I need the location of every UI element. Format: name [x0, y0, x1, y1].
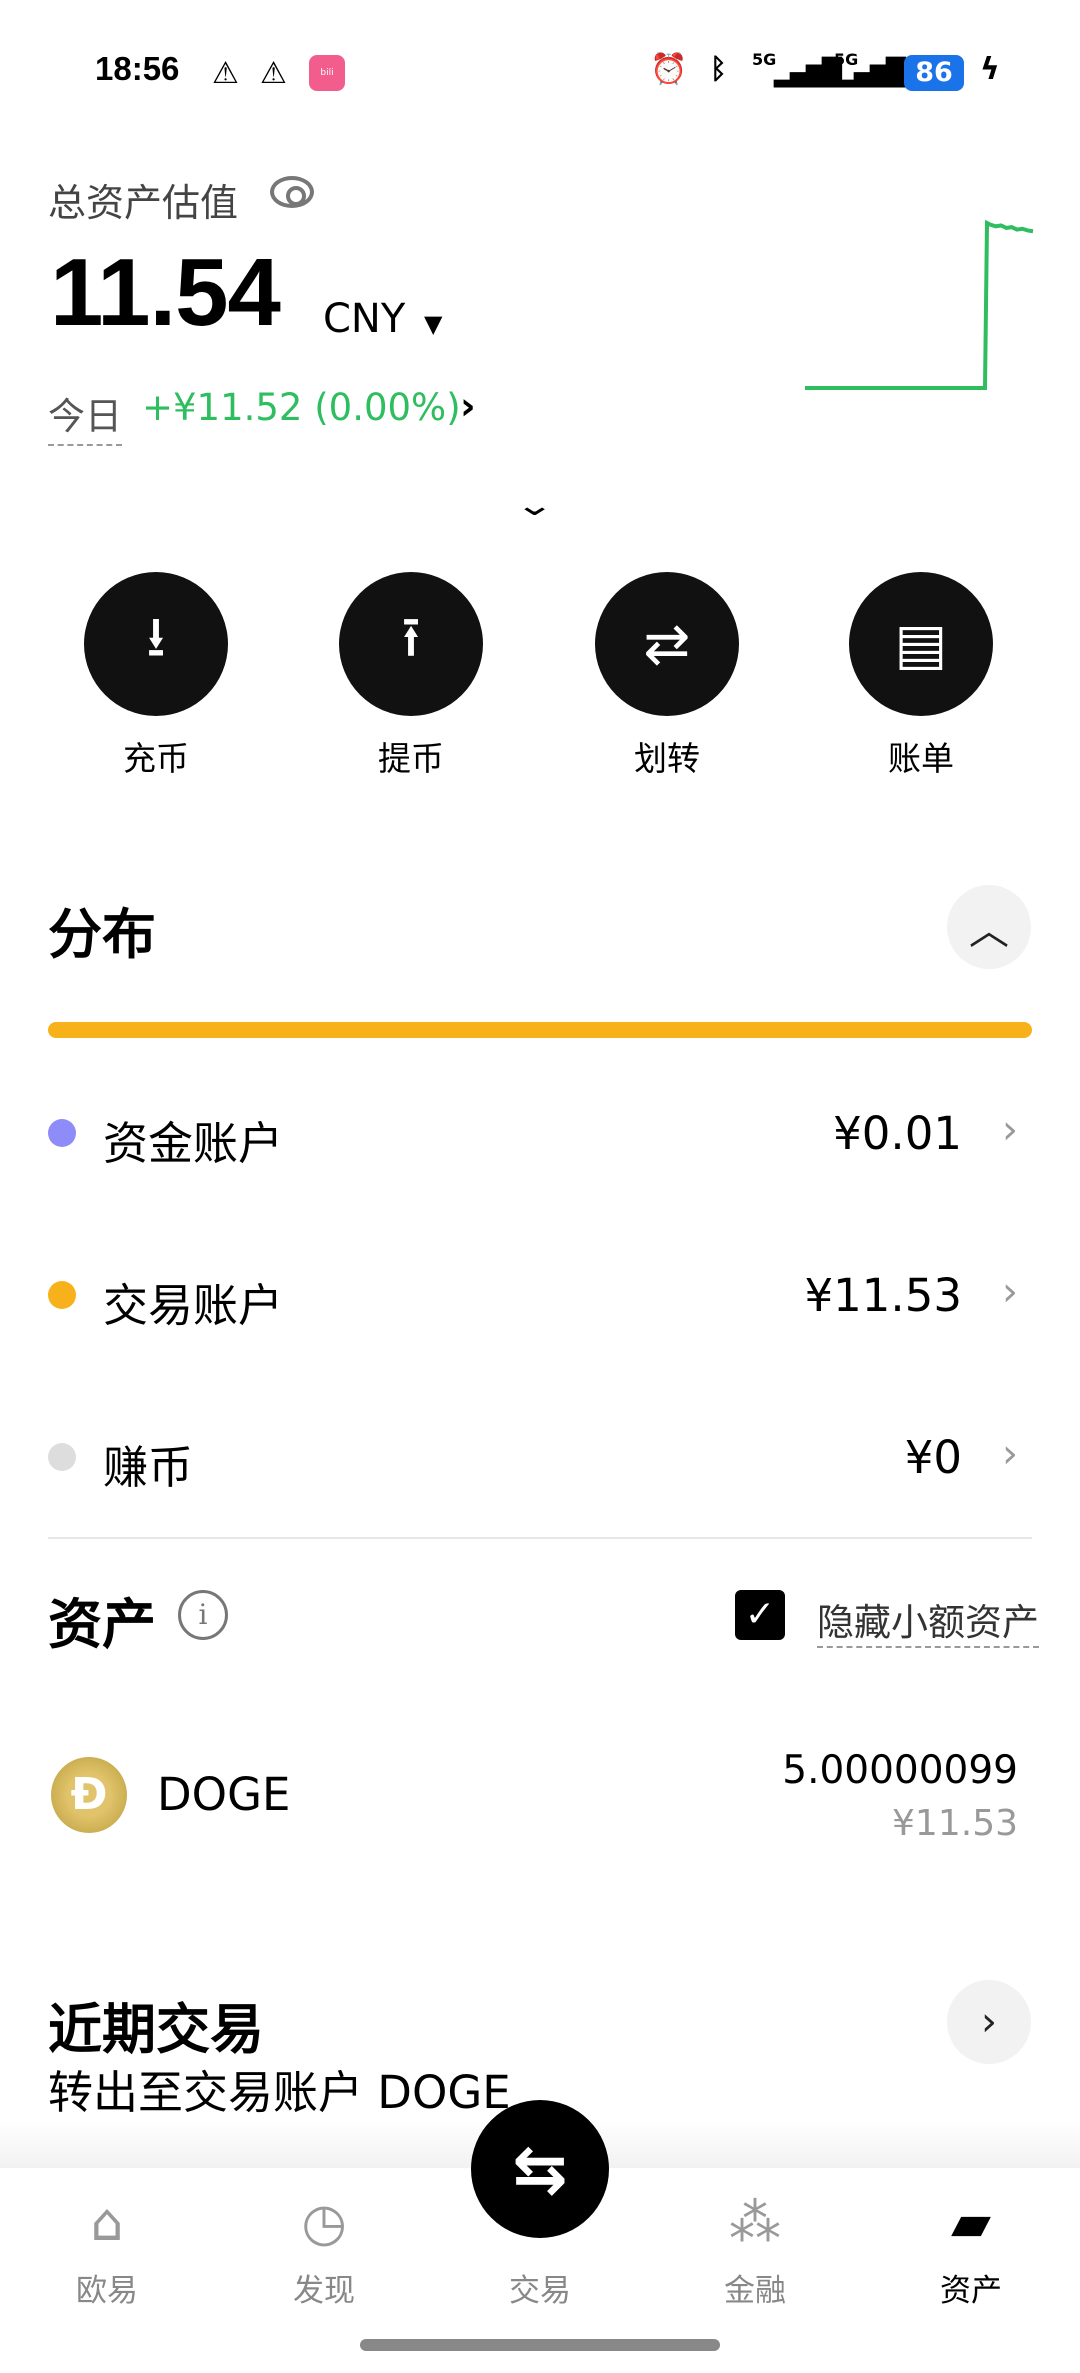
expand-chevron-icon[interactable]: ⌄ [514, 488, 554, 523]
asset-symbol: DOGE [157, 1768, 291, 1821]
action-transfer-button[interactable]: ⇄ [595, 572, 739, 716]
recent-title: 近期交易 [48, 1998, 264, 2061]
distribution-title: 分布 [48, 903, 156, 966]
action-bill-button[interactable]: ▤ [849, 572, 993, 716]
deposit-icon: ⭳ [146, 604, 166, 670]
nav-label: 欧易 [76, 2273, 138, 2309]
account-amount: ¥0.01 [833, 1107, 962, 1160]
chevron-right-icon: › [981, 1999, 997, 2045]
status-bar: 18:56 ⚠ ⚠ bili ⏰ ᛒ 5G ▂▄▆█ 5G ▂▄▆█ 86 ϟ [0, 50, 1080, 94]
hide-small-label[interactable]: 隐藏小额资产 [817, 1592, 1039, 1648]
signal-icon: ▂▄▆█ [838, 58, 906, 88]
warning-icon: ⚠ [212, 56, 239, 91]
total-assets-label: 总资产估值 [48, 181, 239, 225]
signal-5g-label: 5G [752, 50, 777, 69]
nav-item-finance[interactable]: ⁂ 金融 [675, 2193, 835, 2310]
nav-label: 发现 [293, 2273, 355, 2309]
action-label: 划转 [634, 739, 700, 778]
today-pnl[interactable]: +¥11.52 (0.00%) [142, 386, 461, 429]
status-time: 18:56 [95, 50, 180, 87]
account-label: 赚币 [103, 1441, 194, 1494]
action-label: 账单 [888, 739, 954, 778]
battery-indicator: 86 [904, 55, 964, 91]
chevron-up-icon: ︿ [969, 908, 1009, 954]
doge-logo-icon: Ð [51, 1757, 127, 1833]
collapse-button[interactable]: ︿ [947, 885, 1031, 969]
account-row[interactable]: 资金账户 ¥0.01 › [48, 1093, 1032, 1173]
wallet-icon: ▰ [951, 2193, 991, 2253]
eye-icon[interactable] [270, 176, 314, 208]
today-label[interactable]: 今日 [48, 386, 122, 446]
home-indicator[interactable] [360, 2339, 720, 2351]
action-label: 充币 [123, 739, 189, 778]
asset-value: ¥11.53 [892, 1803, 1018, 1844]
action-deposit-button[interactable]: ⭳ [84, 572, 228, 716]
account-dot [48, 1119, 76, 1147]
chevron-right-icon: › [1002, 1269, 1018, 1315]
recent-item[interactable]: 转出至交易账户 DOGE [48, 2056, 511, 2121]
nav-label: 交易 [509, 2273, 571, 2309]
account-row[interactable]: 交易账户 ¥11.53 › [48, 1255, 1032, 1335]
hide-small-checkbox[interactable]: ✓ [735, 1590, 785, 1640]
warning-icon: ⚠ [260, 56, 287, 91]
asset-quantity: 5.00000099 [782, 1748, 1018, 1793]
chevron-right-icon: › [1002, 1431, 1018, 1477]
total-value: 11.54 [50, 239, 281, 346]
nav-label: 金融 [724, 2273, 786, 2309]
withdraw-icon: ⭱ [401, 604, 421, 670]
account-amount: ¥0 [904, 1431, 962, 1484]
account-dot [48, 1281, 76, 1309]
account-label: 交易账户 [103, 1279, 284, 1332]
nav-item-home[interactable]: ⌂ 欧易 [27, 2193, 187, 2310]
nav-item-wallet[interactable]: ▰ 资产 [891, 2193, 1051, 2310]
asset-sparkline [805, 219, 1034, 390]
account-row[interactable]: 赚币 ¥0 › [48, 1417, 1032, 1497]
sparkline-line [805, 219, 1034, 390]
signal-icon: ▂▄▆█ [774, 58, 842, 88]
currency-selector[interactable]: CNY [323, 296, 405, 342]
account-label: 资金账户 [103, 1117, 284, 1170]
trade-icon: ⇆ [512, 2130, 568, 2208]
divider [48, 1537, 1032, 1539]
nav-item-discover[interactable]: ◷ 发现 [244, 2193, 404, 2310]
account-amount: ¥11.53 [804, 1269, 962, 1322]
alarm-icon: ⏰ [650, 52, 688, 87]
chevron-right-icon[interactable]: › [460, 384, 476, 428]
discover-icon: ◷ [301, 2193, 347, 2253]
bilibili-icon: bili [309, 55, 345, 91]
home-icon: ⌂ [90, 2193, 124, 2253]
info-icon[interactable]: i [178, 1590, 228, 1640]
account-dot [48, 1443, 76, 1471]
caret-down-icon[interactable]: ▼ [424, 310, 442, 338]
action-label: 提币 [378, 739, 444, 778]
transfer-icon: ⇄ [643, 611, 691, 677]
action-withdraw-button[interactable]: ⭱ [339, 572, 483, 716]
distribution-bar [48, 1022, 1032, 1038]
charging-icon: ϟ [980, 52, 1000, 87]
finance-icon: ⁂ [729, 2193, 781, 2253]
assets-title: 资产 [48, 1593, 156, 1656]
bill-icon: ▤ [894, 611, 948, 677]
recent-more-button[interactable]: › [947, 1980, 1031, 2064]
chevron-right-icon: › [1002, 1107, 1018, 1153]
bluetooth-icon: ᛒ [710, 52, 727, 85]
nav-label: 资产 [940, 2273, 1002, 2309]
